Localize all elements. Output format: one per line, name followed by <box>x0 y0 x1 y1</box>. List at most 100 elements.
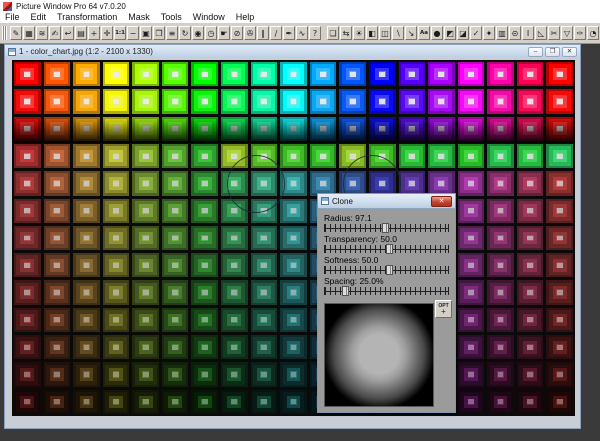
transparency-slider-thumb[interactable] <box>386 244 393 254</box>
color-cell-layer <box>84 99 90 104</box>
arrow-tool-icon[interactable]: ↘ <box>405 26 417 40</box>
color-cell-layer <box>498 345 504 350</box>
levels-icon[interactable]: ✓ <box>470 26 482 40</box>
doc-close-button[interactable]: ✕ <box>562 47 577 57</box>
document-body <box>5 58 580 428</box>
magnifier-icon[interactable]: ⊘ <box>231 26 243 40</box>
menu-edit[interactable]: Edit <box>26 12 53 23</box>
clone-dialog-title-bar[interactable]: Clone ✕ <box>318 194 455 209</box>
color-cell <box>221 253 248 277</box>
color-cell <box>14 199 41 223</box>
sparkle-icon[interactable]: ✦ <box>483 26 495 40</box>
navigator-icon[interactable]: ◉ <box>192 26 204 40</box>
gradient-icon[interactable]: ◧ <box>366 26 378 40</box>
color-cell-layer <box>24 372 30 377</box>
dark-fade-band <box>12 117 575 143</box>
filter-icon[interactable]: ▽ <box>561 26 573 40</box>
color-cell <box>162 308 189 332</box>
color-cell-layer <box>113 263 119 268</box>
undo-arrow-icon[interactable]: ↩ <box>62 26 74 40</box>
line-tool-icon[interactable]: ∖ <box>392 26 404 40</box>
clock-icon[interactable]: ◷ <box>205 26 217 40</box>
clipped-tool-icon[interactable]: ◔ <box>587 26 599 40</box>
spacing-slider-thumb[interactable] <box>342 286 349 296</box>
doc-minimize-button[interactable]: – <box>528 47 543 57</box>
image-canvas[interactable] <box>12 60 575 416</box>
color-cell-layer <box>320 99 326 104</box>
color-cell-layer <box>172 345 178 350</box>
menu-transformation[interactable]: Transformation <box>52 12 123 23</box>
softness-slider[interactable] <box>324 266 449 274</box>
radius-slider-thumb[interactable] <box>382 223 389 233</box>
printer-icon[interactable]: ▤ <box>75 26 87 40</box>
options-button[interactable]: OPT + <box>435 300 452 318</box>
ellipse-icon[interactable]: ⊝ <box>509 26 521 40</box>
spacing-slider[interactable] <box>324 287 449 295</box>
shadow-icon[interactable]: ◩ <box>444 26 456 40</box>
columns-icon[interactable]: ▥ <box>496 26 508 40</box>
parallel-lines-icon[interactable]: ∥ <box>257 26 269 40</box>
transparency-slider[interactable] <box>324 245 449 253</box>
menu-file[interactable]: File <box>0 12 26 23</box>
color-cell-layer <box>557 236 563 241</box>
tiles-icon[interactable]: ▦ <box>23 26 35 40</box>
pen-icon[interactable]: ✒ <box>283 26 295 40</box>
color-cell <box>251 280 278 304</box>
radius-slider[interactable] <box>324 224 449 232</box>
split-view-icon[interactable]: ◫ <box>379 26 391 40</box>
annotate-pencil-icon[interactable]: ✍ <box>49 26 61 40</box>
color-cell-layer <box>143 72 149 77</box>
color-cell-layer <box>143 317 149 322</box>
color-cell-layer <box>527 99 533 104</box>
app-title-bar: Picture Window Pro 64 v7.0.20 <box>0 0 600 12</box>
duplicate-icon[interactable]: ❐ <box>153 26 165 40</box>
brightness-icon[interactable]: ☀ <box>353 26 365 40</box>
text-cursor-icon[interactable]: I <box>522 26 534 40</box>
color-cell-layer <box>291 236 297 241</box>
pencil-icon[interactable]: ✎ <box>10 26 22 40</box>
pan-hand-icon[interactable]: ☛ <box>218 26 230 40</box>
highlight-icon[interactable]: ◪ <box>457 26 469 40</box>
toolbar-grip[interactable] <box>2 26 7 40</box>
line-icon[interactable]: ∕ <box>270 26 282 40</box>
color-cell <box>517 226 544 250</box>
help-button[interactable]: ? <box>309 26 321 40</box>
paint-dab-icon[interactable]: ● <box>431 26 443 40</box>
waves-icon[interactable]: ≋ <box>36 26 48 40</box>
document-title-bar[interactable]: 1 - color_chart.jpg (1:2 - 2100 x 1330) … <box>5 45 580 58</box>
color-cell <box>44 362 71 386</box>
one-to-one-icon[interactable]: 1:1 <box>114 26 126 40</box>
list-icon[interactable]: ≡ <box>166 26 178 40</box>
menu-mask[interactable]: Mask <box>123 12 156 23</box>
color-cell <box>546 89 573 113</box>
fit-window-icon[interactable]: ✛ <box>101 26 113 40</box>
text-tool-icon[interactable]: Aa <box>418 26 430 40</box>
histogram-icon[interactable]: ∿ <box>296 26 308 40</box>
composite-icon[interactable]: ⇆ <box>340 26 352 40</box>
shrink-icon[interactable]: ▣ <box>140 26 152 40</box>
crop-icon[interactable]: ❏ <box>327 26 339 40</box>
rotate-icon[interactable]: ↻ <box>179 26 191 40</box>
clone-close-button[interactable]: ✕ <box>431 196 452 207</box>
zoom-out-icon[interactable]: − <box>127 26 139 40</box>
airbrush-icon[interactable]: ✑ <box>574 26 586 40</box>
cut-icon[interactable]: ✂ <box>548 26 560 40</box>
color-cell-layer <box>113 236 119 241</box>
softness-slider-thumb[interactable] <box>386 265 393 275</box>
color-cell <box>517 362 544 386</box>
color-cell <box>280 390 307 414</box>
color-cell-layer <box>557 290 563 295</box>
color-cell <box>280 199 307 223</box>
color-cell <box>14 253 41 277</box>
clone-stamp-icon[interactable]: ✇ <box>244 26 256 40</box>
color-cell-layer <box>291 154 297 159</box>
color-cell <box>191 308 218 332</box>
color-cell <box>517 253 544 277</box>
menu-help[interactable]: Help <box>231 12 261 23</box>
doc-restore-button[interactable]: ❐ <box>545 47 560 57</box>
menu-tools[interactable]: Tools <box>156 12 188 23</box>
zoom-in-icon[interactable]: + <box>88 26 100 40</box>
eraser-icon[interactable]: ◺ <box>535 26 547 40</box>
menu-window[interactable]: Window <box>188 12 231 23</box>
color-cell-layer <box>261 236 267 241</box>
